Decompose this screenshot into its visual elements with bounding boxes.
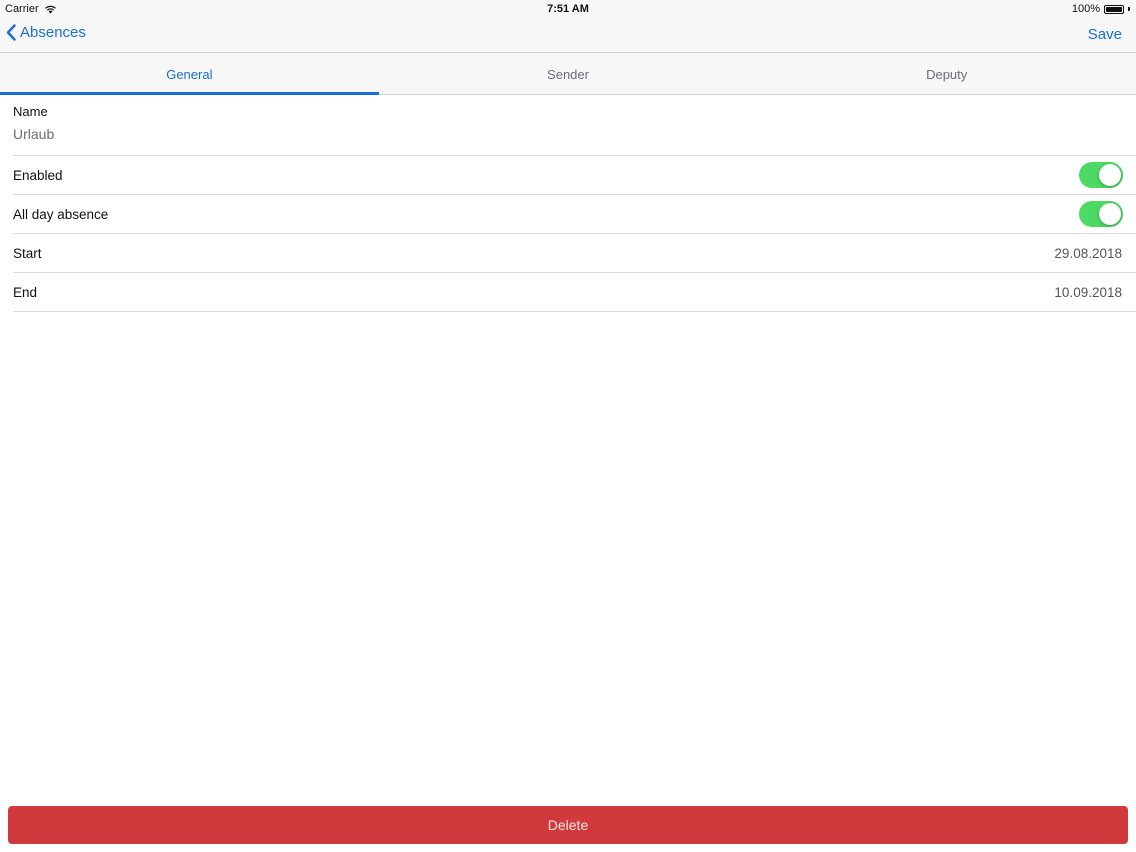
end-date-value[interactable]: 10.09.2018: [1054, 285, 1122, 300]
tab-sender[interactable]: Sender: [379, 53, 758, 94]
start-row[interactable]: Start 29.08.2018: [13, 234, 1136, 273]
enabled-label: Enabled: [13, 167, 63, 183]
enabled-row: Enabled: [13, 156, 1136, 195]
absence-form: Name Urlaub Enabled All day absence Star…: [0, 95, 1136, 312]
end-row[interactable]: End 10.09.2018: [13, 273, 1136, 312]
tab-bar: General Sender Deputy: [0, 53, 1136, 95]
tab-general[interactable]: General: [0, 53, 379, 95]
tab-deputy[interactable]: Deputy: [757, 53, 1136, 94]
back-button-label: Absences: [20, 24, 86, 41]
name-field[interactable]: Name Urlaub: [13, 95, 1136, 156]
back-button[interactable]: Absences: [6, 24, 86, 41]
delete-button[interactable]: Delete: [8, 806, 1128, 844]
battery-percent: 100%: [1071, 3, 1100, 15]
all-day-toggle[interactable]: [1079, 201, 1123, 227]
enabled-toggle[interactable]: [1079, 162, 1123, 188]
start-date-value[interactable]: 29.08.2018: [1054, 246, 1122, 261]
status-bar: Carrier 7:51 AM 100%: [0, 0, 1136, 18]
end-label: End: [13, 284, 38, 300]
save-button[interactable]: Save: [1088, 26, 1122, 43]
name-label: Name: [13, 104, 48, 119]
chevron-left-icon: [6, 24, 16, 41]
clock: 7:51 AM: [547, 3, 589, 15]
start-label: Start: [13, 245, 42, 261]
navigation-bar: Absences Save: [0, 18, 1136, 53]
name-input[interactable]: Urlaub: [13, 126, 54, 142]
battery-icon: [1104, 4, 1124, 14]
all-day-label: All day absence: [13, 206, 109, 222]
all-day-row: All day absence: [13, 195, 1136, 234]
battery-indicator: 100%: [1072, 3, 1130, 15]
